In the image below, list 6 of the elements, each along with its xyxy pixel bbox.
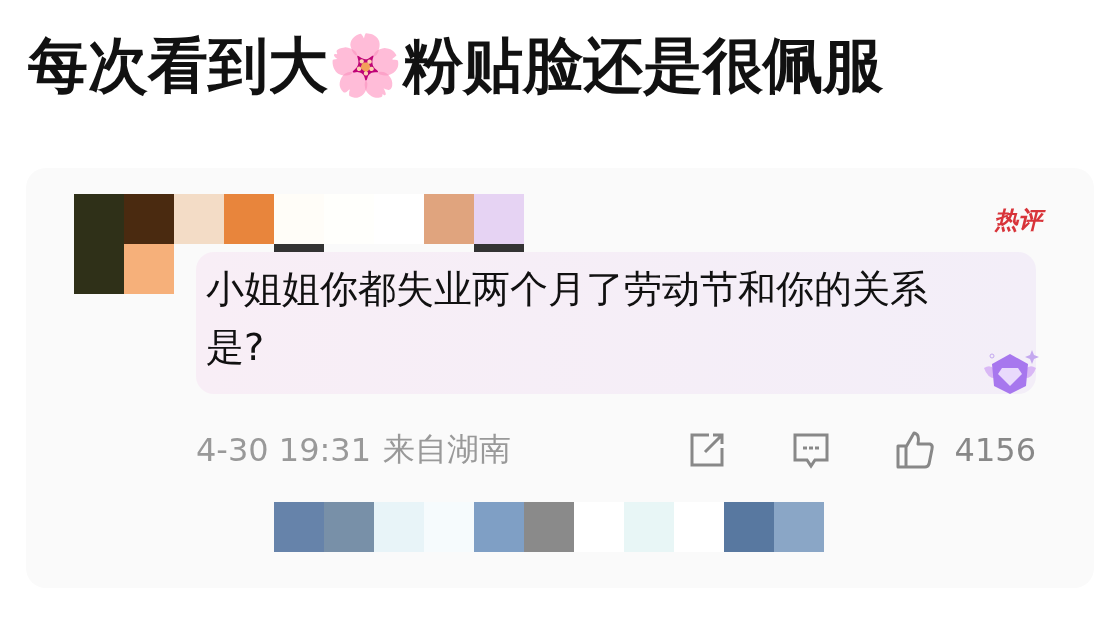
thumbs-up-icon[interactable] <box>894 430 935 470</box>
comment-time: 4-30 19:31 <box>196 431 371 469</box>
comment-location: 来自湖南 <box>383 429 511 470</box>
like-count: 4156 <box>954 431 1036 469</box>
post-title: 每次看到大🌸粉贴脸还是很佩服 <box>28 30 884 100</box>
comment-text: 小姐姐你都失业两个月了劳动节和你的关系是? <box>206 266 929 371</box>
